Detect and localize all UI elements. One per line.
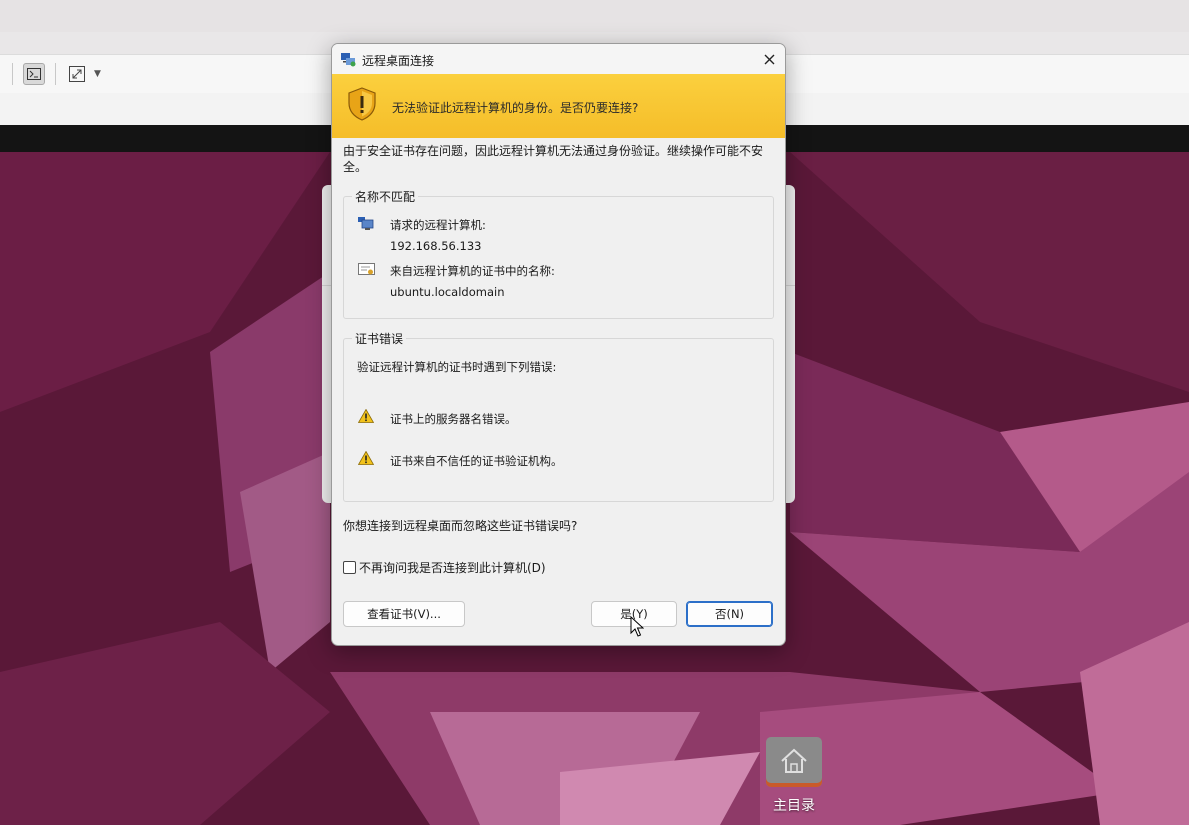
view-certificate-button[interactable]: 查看证书(V)... <box>343 601 465 627</box>
remote-desktop-icon <box>341 53 356 67</box>
group-legend: 证书错误 <box>352 330 407 347</box>
no-button[interactable]: 否(N) <box>686 601 773 627</box>
certificate-icon <box>358 263 375 275</box>
fullscreen-button[interactable] <box>66 63 88 85</box>
certificate-name-value: ubuntu.localdomain <box>390 285 505 299</box>
fullscreen-icon <box>69 66 85 82</box>
rdp-certificate-dialog: 远程桌面连接 无法验证此远程计算机的身份。是否仍要连接? 由于安全证书存在问题，… <box>331 43 786 646</box>
dont-ask-again-label[interactable]: 不再询问我是否连接到此计算机(D) <box>359 559 546 576</box>
folder-icon <box>766 737 822 787</box>
mouse-cursor-icon <box>630 616 644 637</box>
home-icon <box>781 748 807 773</box>
certificate-errors-group: 证书错误 验证远程计算机的证书时遇到下列错误: 证书上的服务器名错误。 证书来自… <box>343 330 774 502</box>
toolbar-separator <box>12 63 13 85</box>
requested-computer-value: 192.168.56.133 <box>390 239 482 253</box>
close-button[interactable] <box>759 49 779 69</box>
dont-ask-again-option[interactable]: 不再询问我是否连接到此计算机(D) <box>343 559 546 576</box>
intro-message: 由于安全证书存在问题，因此远程计算机无法通过身份验证。继续操作可能不安全。 <box>343 144 764 174</box>
dialog-title: 远程桌面连接 <box>362 54 435 68</box>
home-folder-label: 主目录 <box>773 798 815 814</box>
warning-icon <box>358 409 374 423</box>
warning-icon <box>358 451 374 465</box>
banner-message: 无法验证此远程计算机的身份。是否仍要连接? <box>392 101 639 115</box>
dont-ask-again-checkbox[interactable] <box>343 561 356 574</box>
terminal-icon <box>27 68 41 80</box>
certificate-error-item: 证书来自不信任的证书验证机构。 <box>390 454 563 468</box>
close-icon <box>764 54 774 64</box>
home-folder[interactable]: 主目录 <box>766 737 822 815</box>
connect-question: 你想连接到远程桌面而忽略这些证书错误吗? <box>343 519 578 533</box>
host-title-bar <box>0 0 1189 32</box>
certificate-name-label: 来自远程计算机的证书中的名称: <box>390 264 555 278</box>
requested-computer-label: 请求的远程计算机: <box>390 218 486 232</box>
certificate-errors-intro: 验证远程计算机的证书时遇到下列错误: <box>357 360 557 374</box>
name-mismatch-group: 名称不匹配 请求的远程计算机: 192.168.56.133 来自远程计算机的证… <box>343 188 774 319</box>
dialog-title-bar: 远程桌面连接 <box>332 44 785 74</box>
shield-warning-icon <box>348 87 376 121</box>
warning-banner: 无法验证此远程计算机的身份。是否仍要连接? <box>332 74 785 138</box>
group-legend: 名称不匹配 <box>352 188 419 205</box>
chevron-down-icon[interactable]: ▼ <box>94 69 101 79</box>
computer-icon <box>358 217 374 230</box>
terminal-button[interactable] <box>23 63 45 85</box>
toolbar-separator <box>55 63 56 85</box>
certificate-error-item: 证书上的服务器名错误。 <box>390 412 517 426</box>
